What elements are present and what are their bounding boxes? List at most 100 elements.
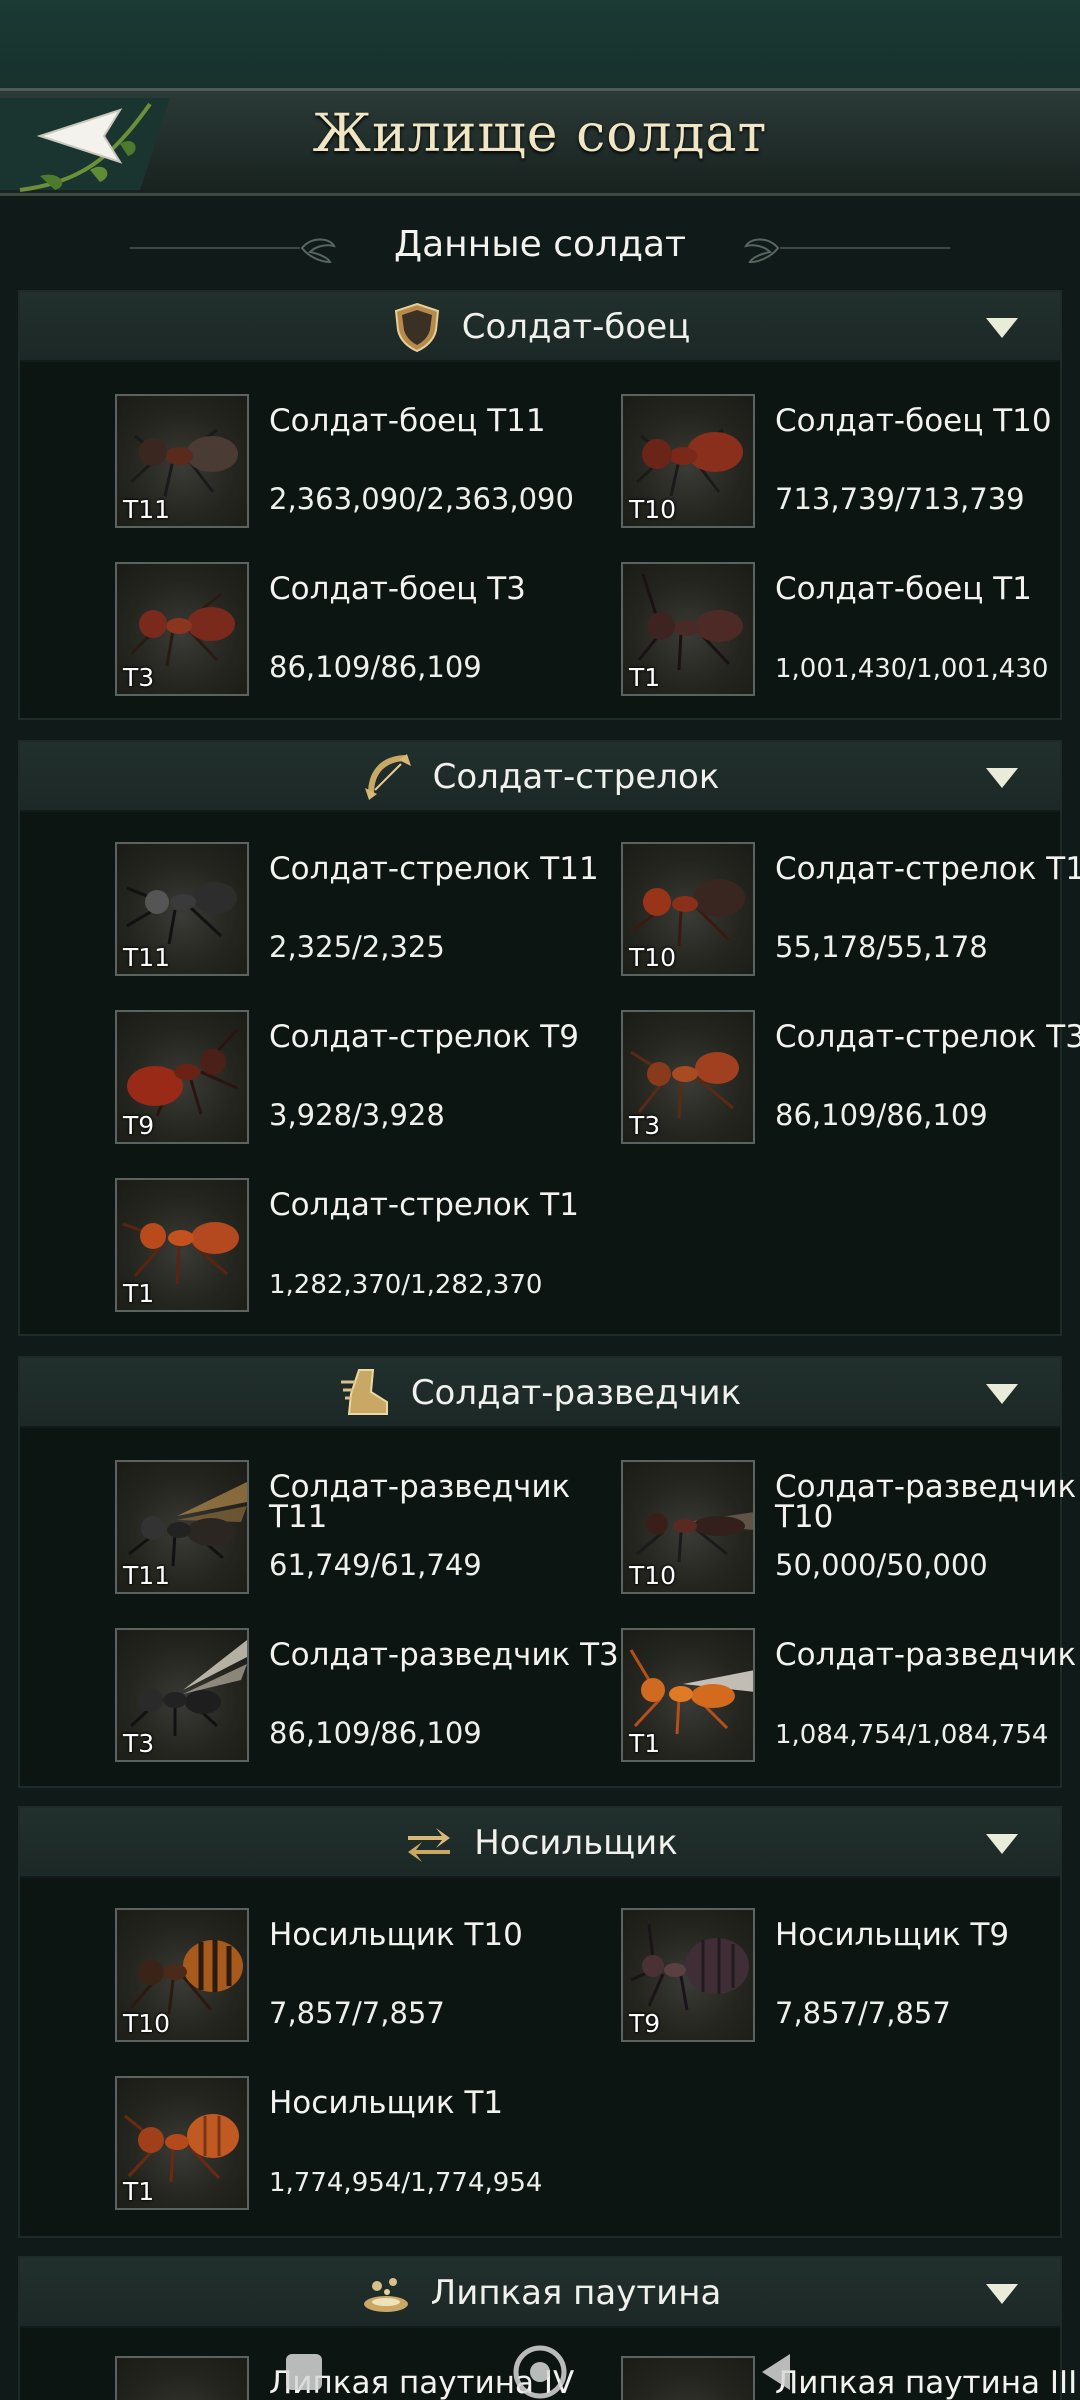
unit-name: Солдат-боец T3 [269, 571, 526, 607]
tier-label: T10 [629, 495, 677, 524]
unit-image[interactable]: T10 [621, 842, 755, 976]
ant-abdomen [191, 1222, 239, 1254]
ant-abdomen [186, 436, 238, 472]
unit-name: Солдат-стрелок T9 [269, 1019, 579, 1055]
section-title: Солдат-боец [461, 307, 691, 347]
section-title: Липкая паутина [430, 2273, 722, 2313]
ant-abdomen [693, 879, 745, 917]
tier-label: T1 [123, 1279, 155, 1308]
unit-card: T10 Носильщик T10 7,857/7,857 [115, 1908, 615, 2048]
ant-abdomen [693, 1516, 745, 1536]
unit-image[interactable]: T10 [115, 1908, 249, 2042]
home-icon[interactable] [508, 2344, 572, 2400]
chevron-down-icon[interactable] [984, 1382, 1020, 1406]
section-title: Солдат-стрелок [432, 757, 720, 797]
page-title: Жилище солдат [312, 104, 768, 164]
unit-count: 2,363,090/2,363,090 [269, 482, 574, 516]
section-header-carrier[interactable]: Носильщик [20, 1808, 1060, 1878]
unit-image[interactable]: T3 [621, 1010, 755, 1144]
top-background [0, 0, 1080, 95]
unit-image[interactable]: T1 [621, 1628, 755, 1762]
unit-image[interactable]: T1 [115, 1178, 249, 1312]
unit-image[interactable]: T10 [621, 394, 755, 528]
unit-name: Солдат-стрелок T11 [269, 851, 599, 887]
section-title: Носильщик [474, 1823, 678, 1863]
ornament-right-icon [744, 238, 950, 264]
unit-image[interactable]: T1 [115, 2076, 249, 2210]
system-navigation-bar [0, 2340, 1080, 2400]
unit-name: Солдат-стрелок T1 [269, 1187, 579, 1223]
unit-count: 1,282,370/1,282,370 [269, 1270, 543, 1300]
unit-image[interactable]: T1 [621, 562, 755, 696]
unit-card: T1 Солдат-боец T1 1,001,430/1,001,430 [621, 562, 1080, 702]
transfer-arrows-icon [408, 1828, 451, 1862]
unit-name: Носильщик T10 [269, 1917, 523, 1953]
section-archer: Солдат-стрелок T11 Солдат-стрелок T11 2,… [18, 740, 1080, 1336]
unit-count: 7,857/7,857 [269, 1996, 445, 2030]
unit-count: 2,325/2,325 [269, 930, 445, 964]
unit-name: Солдат-стрелок T3 [775, 1019, 1080, 1055]
unit-count: 86,109/86,109 [269, 1716, 482, 1750]
chevron-down-icon[interactable] [984, 766, 1020, 790]
tier-label: T11 [123, 1561, 171, 1590]
unit-name: Солдат-боец T1 [775, 571, 1032, 607]
unit-card: T11 Солдат-стрелок T11 2,325/2,325 [115, 842, 615, 982]
unit-card: T1 Носильщик T1 1,774,954/1,774,954 [115, 2076, 615, 2216]
unit-image[interactable]: T3 [115, 562, 249, 696]
ant-abdomen [691, 1684, 735, 1708]
bow-icon [364, 754, 411, 800]
unit-image[interactable]: T3 [115, 1628, 249, 1762]
unit-card: T3 Солдат-разведчик T3 86,109/86,109 [115, 1628, 619, 1768]
unit-image[interactable]: T9 [621, 1908, 755, 2042]
unit-count: 1,001,430/1,001,430 [775, 654, 1049, 684]
chevron-down-icon[interactable] [984, 2282, 1020, 2306]
shield-icon [394, 302, 439, 353]
unit-count: 7,857/7,857 [775, 1996, 951, 2030]
ant-abdomen [187, 1518, 235, 1546]
tier-label: T10 [629, 943, 677, 972]
section-header-sticky-web[interactable]: Липкая паутина [20, 2258, 1060, 2328]
unit-count: 713,739/713,739 [775, 482, 1025, 516]
unit-image[interactable]: T11 [115, 842, 249, 976]
chevron-down-icon[interactable] [984, 316, 1020, 340]
unit-count: 1,084,754/1,084,754 [775, 1720, 1049, 1750]
unit-card: T10 Солдат-разведчик T10 50,000/50,000 [621, 1460, 1080, 1600]
unit-count: 86,109/86,109 [269, 650, 482, 684]
section-title: Солдат-разведчик [410, 1373, 742, 1413]
unit-name: Солдат-разведчик T10 [775, 1469, 1077, 1535]
ant-abdomen [695, 1052, 739, 1084]
unit-card: T3 Солдат-стрелок T3 86,109/86,109 [621, 1010, 1080, 1150]
ant-abdomen [685, 1938, 749, 1994]
unit-card: T1 Солдат-разведчик T1 1,084,754/1,084,7… [621, 1628, 1080, 1768]
tier-label: T9 [629, 2009, 661, 2038]
section-header-fighter[interactable]: Солдат-боец [20, 292, 1060, 362]
unit-image[interactable]: T10 [621, 1460, 755, 1594]
unit-card: T9 Солдат-стрелок T9 3,928/3,928 [115, 1010, 615, 1150]
unit-name: Носильщик T1 [269, 2085, 504, 2121]
chevron-down-icon[interactable] [984, 1832, 1020, 1856]
ant-abdomen [193, 882, 237, 914]
section-header-archer[interactable]: Солдат-стрелок [20, 742, 1060, 812]
unit-image[interactable]: T9 [115, 1010, 249, 1144]
tier-label: T3 [123, 1729, 155, 1758]
unit-count: 1,774,954/1,774,954 [269, 2168, 543, 2198]
tier-label: T1 [629, 663, 661, 692]
unit-image[interactable]: T11 [115, 1460, 249, 1594]
unit-card: T11 Солдат-разведчик T11 61,749/61,749 [115, 1460, 615, 1600]
unit-name: Солдат-боец T11 [269, 403, 546, 439]
ant-abdomen [695, 610, 743, 642]
tier-label: T11 [123, 943, 171, 972]
unit-name: Солдат-боец T10 [775, 403, 1052, 439]
unit-count: 86,109/86,109 [775, 1098, 988, 1132]
section-header-scout[interactable]: Солдат-разведчик [20, 1358, 1060, 1428]
unit-count: 50,000/50,000 [775, 1548, 988, 1582]
recent-apps-icon[interactable] [282, 2350, 326, 2394]
subheader: Данные солдат [0, 220, 1080, 276]
tier-label: T1 [629, 1729, 661, 1758]
unit-card: T9 Носильщик T9 7,857/7,857 [621, 1908, 1080, 2048]
section-scout: Солдат-разведчик T11 Солдат-разведчик T1… [18, 1356, 1080, 1788]
tier-label: T10 [629, 1561, 677, 1590]
unit-image[interactable]: T11 [115, 394, 249, 528]
section-fighter: Солдат-боец T11 Солдат-боец T11 2,363,09… [18, 290, 1062, 720]
back-nav-icon[interactable] [756, 2350, 796, 2394]
